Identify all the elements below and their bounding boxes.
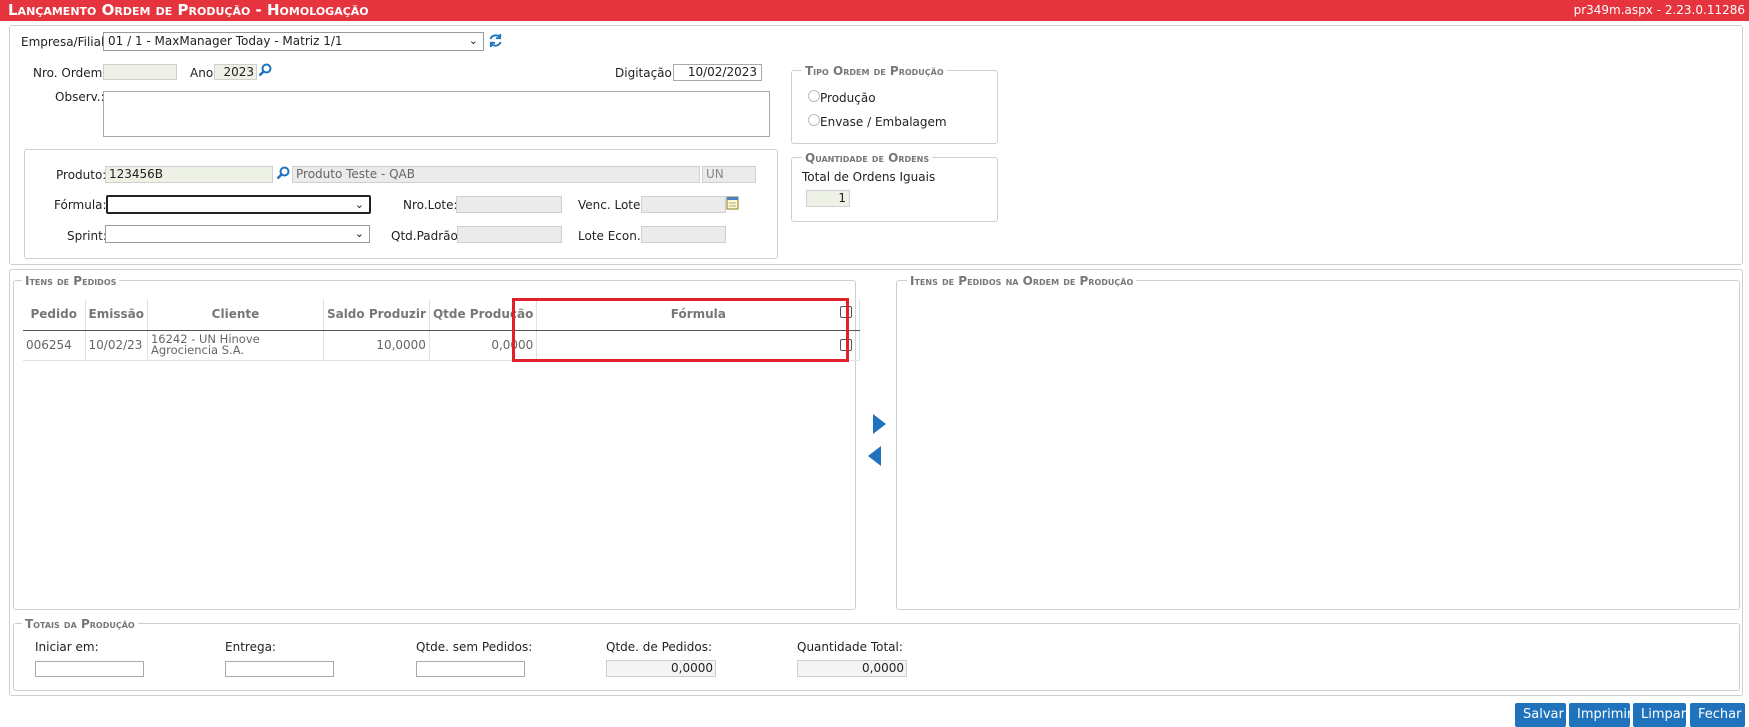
- radio-envase[interactable]: [808, 114, 820, 126]
- nro-ordem-field[interactable]: [103, 64, 177, 80]
- chevron-down-icon: ⌄: [354, 198, 364, 211]
- search-icon[interactable]: [276, 166, 290, 180]
- col-saldo[interactable]: Saldo Produzir: [323, 299, 430, 331]
- entrega-label: Entrega:: [225, 640, 276, 654]
- nro-ordem-label: Nro. Ordem:: [33, 66, 107, 80]
- qtde-sem-pedidos-field[interactable]: [416, 661, 525, 677]
- version-label: pr349m.aspx - 2.23.0.11286: [1573, 3, 1745, 17]
- refresh-icon[interactable]: [488, 33, 503, 48]
- totais-fieldset: [13, 623, 1740, 691]
- title-bar: Lançamento Ordem de Produção - Homologaç…: [0, 0, 1749, 21]
- total-ordens-field[interactable]: 1: [806, 190, 850, 207]
- col-pedido[interactable]: Pedido: [23, 299, 86, 331]
- qtde-pedidos-label: Qtde. de Pedidos:: [606, 640, 712, 654]
- cell-emissao: 10/02/23: [85, 330, 148, 361]
- formula-highlight-box: [512, 298, 849, 362]
- limpar-button[interactable]: Limpar: [1633, 703, 1686, 727]
- total-ordens-label: Total de Ordens Iguais: [802, 170, 936, 184]
- cell-pedido: 006254: [23, 330, 86, 361]
- digitacao-label: Digitação:: [615, 66, 676, 80]
- itens-pedidos-legend: Itens de Pedidos: [22, 274, 120, 288]
- qtd-padrao-field[interactable]: [457, 226, 562, 243]
- tipo-ordem-fieldset: [791, 70, 998, 144]
- fechar-button[interactable]: Fechar: [1690, 703, 1745, 727]
- digitacao-field[interactable]: 10/02/2023: [673, 64, 762, 81]
- produto-label: Produto:: [56, 168, 107, 182]
- iniciar-label: Iniciar em:: [35, 640, 99, 654]
- nro-lote-label: Nro.Lote:: [403, 198, 458, 212]
- sprint-select[interactable]: ⌄: [105, 225, 370, 243]
- move-left-icon[interactable]: [868, 446, 881, 466]
- qtde-total-label: Quantidade Total:: [797, 640, 903, 654]
- observ-label: Observ.:: [55, 90, 105, 104]
- lote-econ-field[interactable]: [641, 226, 726, 243]
- search-icon[interactable]: [258, 63, 272, 77]
- chevron-down-icon: ⌄: [468, 34, 478, 47]
- col-emissao[interactable]: Emissão: [85, 299, 148, 331]
- ano-field[interactable]: 2023: [214, 64, 257, 80]
- produto-desc-field: Produto Teste - QAB: [292, 166, 700, 183]
- tipo-ordem-legend: Tipo Ordem de Produção: [802, 64, 947, 78]
- venc-lote-label: Venc. Lote:: [578, 198, 645, 212]
- empresa-select[interactable]: 01 / 1 - MaxManager Today - Matriz 1/1 ⌄: [103, 32, 484, 51]
- quantidade-ordens-legend: Quantidade de Ordens: [802, 151, 933, 165]
- qtde-pedidos-field: 0,0000: [606, 660, 716, 677]
- imprimir-button[interactable]: Imprimir: [1569, 703, 1632, 727]
- move-right-icon[interactable]: [873, 414, 886, 434]
- venc-lote-field[interactable]: [641, 196, 726, 213]
- produto-unidade-field: UN: [702, 166, 756, 183]
- radio-envase-label: Envase / Embalagem: [820, 115, 947, 129]
- qtde-sem-pedidos-label: Qtde. sem Pedidos:: [416, 640, 533, 654]
- cell-saldo: 10,0000: [323, 330, 430, 361]
- col-cliente[interactable]: Cliente: [147, 299, 324, 331]
- totais-legend: Totais da Produção: [22, 617, 138, 631]
- cell-cliente: 16242 - UN Hinove Agrociencia S.A.: [147, 330, 324, 361]
- produto-code-field[interactable]: 123456B: [105, 166, 273, 183]
- chevron-down-icon: ⌄: [354, 227, 364, 240]
- qtde-total-field: 0,0000: [797, 660, 907, 677]
- radio-producao[interactable]: [808, 90, 820, 102]
- calendar-icon[interactable]: [726, 195, 739, 210]
- nro-lote-field[interactable]: [456, 196, 562, 213]
- sprint-label: Sprint:: [67, 229, 107, 243]
- formula-label: Fórmula:: [54, 198, 107, 212]
- qtd-padrao-label: Qtd.Padrão:: [391, 229, 462, 243]
- empresa-value: 01 / 1 - MaxManager Today - Matriz 1/1: [108, 34, 343, 48]
- radio-producao-label: Produção: [820, 91, 876, 105]
- window-title: Lançamento Ordem de Produção - Homologaç…: [8, 1, 369, 19]
- entrega-field[interactable]: [225, 661, 334, 677]
- salvar-button[interactable]: Salvar: [1515, 703, 1566, 727]
- lote-econ-label: Lote Econ.:: [578, 229, 645, 243]
- formula-select[interactable]: ⌄: [106, 195, 371, 214]
- observ-textarea[interactable]: [103, 91, 770, 137]
- empresa-label: Empresa/Filial:: [21, 35, 109, 49]
- itens-ordem-fieldset: [896, 280, 1740, 610]
- iniciar-field[interactable]: [35, 661, 144, 677]
- itens-ordem-legend: Itens de Pedidos na Ordem de Produção: [907, 274, 1137, 288]
